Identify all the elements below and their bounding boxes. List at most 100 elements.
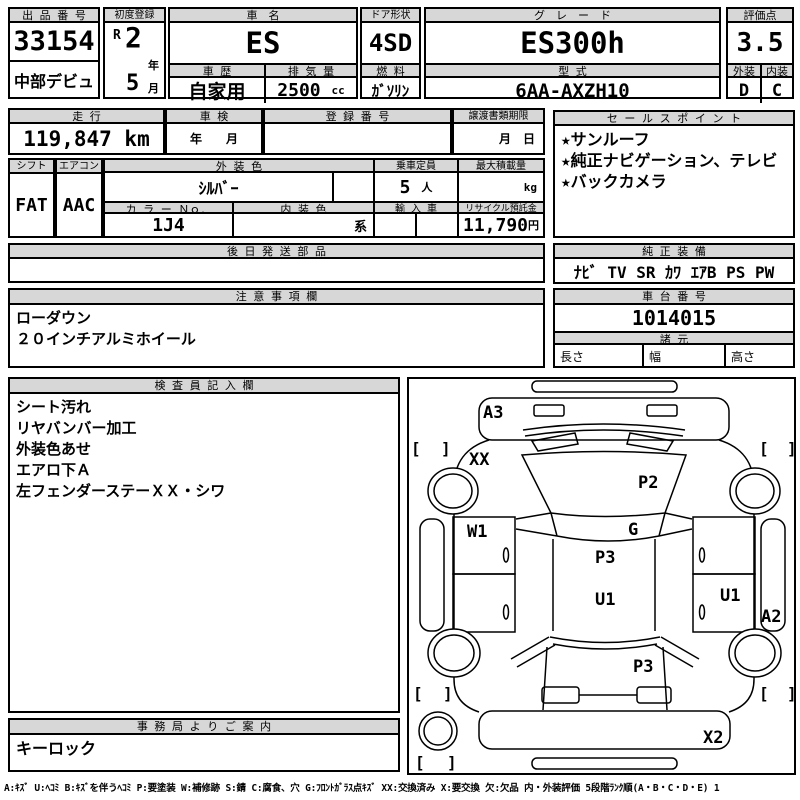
chassis-value: 1014015 <box>555 305 793 331</box>
interior-grade-value: C <box>760 78 792 103</box>
bracket-mark: [ <box>415 753 425 772</box>
notes-list: ローダウン ２０インチアルミホイール <box>10 305 543 353</box>
front-fascia <box>479 398 729 440</box>
exterior-grade-label: 外装 <box>728 63 760 78</box>
recycle-deposit-value: 11,790円 <box>457 214 543 236</box>
spec-height-label: 高さ <box>724 345 793 366</box>
door-handle <box>504 548 509 562</box>
side-skirt-left <box>420 519 444 631</box>
damage-label-xx: XX <box>469 450 490 470</box>
inspector-note-item: 左フェンダーステーＸＸ・シワ <box>16 481 392 502</box>
history-value: 自家用 <box>170 78 264 103</box>
headlight-left <box>534 405 564 416</box>
transfer-deadline-value: 月 日 <box>454 124 543 153</box>
trunk-detail-left <box>542 687 579 703</box>
damage-label-p2: P2 <box>638 473 658 493</box>
rear-bumper-strip <box>532 758 677 769</box>
mileage-value: 119,847 km <box>10 124 163 153</box>
mileage-box: 走 行 119,847 km <box>8 108 165 155</box>
model-code-value: 6AA-AXZH10 <box>426 78 719 103</box>
displacement-label: 排 気 量 <box>264 63 356 78</box>
bracket-mark: ] <box>787 439 794 458</box>
spec-length-label: 長さ <box>555 345 642 366</box>
cowl-arc-1 <box>523 424 685 430</box>
oem-equipment-value: ﾅﾋﾞ TV SR ｶﾜ ｴｱB PS PW <box>555 259 793 282</box>
sales-points-list: ★サンルーフ ★純正ナビゲーション、テレビ ★バックカメラ <box>555 126 793 195</box>
score-label: 評価点 <box>728 9 792 23</box>
door-handle <box>700 605 705 619</box>
bracket-mark: [ <box>411 439 421 458</box>
first-registration-box: 初度登録 R 2 年 5 月 <box>103 7 166 99</box>
sales-points-label: セ ー ル ス ポ イ ン ト <box>555 112 793 126</box>
spec-width-label: 幅 <box>642 345 724 366</box>
bracket-mark: [ <box>413 684 423 703</box>
registration-number-value <box>265 124 450 153</box>
interior-color-label: 内 装 色 <box>232 201 373 214</box>
inspection-label: 車 検 <box>167 110 261 124</box>
interior-color-value: 系 <box>232 214 373 236</box>
office-notice-item: キーロック <box>16 738 392 759</box>
chassis-box: 車 台 番 号 1014015 諸 元 長さ 幅 高さ <box>553 288 795 368</box>
rear-window <box>550 637 660 649</box>
bracket-mark: ] <box>447 753 457 772</box>
capacity-value: 5 人 <box>373 173 457 201</box>
inspector-note-item: リヤバンバー加工 <box>16 418 392 439</box>
shift-value: FAT <box>10 174 53 236</box>
auction-number-label: 出 品 番 号 <box>10 9 98 23</box>
exterior-grade-value: D <box>728 78 760 103</box>
first-reg-era: R <box>113 28 121 43</box>
front-bumper-strip <box>532 381 677 392</box>
rear-fascia <box>479 711 730 749</box>
max-load-label: 最大積載量 <box>457 160 543 173</box>
sales-point-item: ★純正ナビゲーション、テレビ <box>561 150 787 171</box>
registration-number-box: 登 録 番 号 <box>263 108 452 155</box>
oem-equipment-box: 純 正 装 備 ﾅﾋﾞ TV SR ｶﾜ ｴｱB PS PW <box>553 243 795 284</box>
wheel-front-left-inner <box>434 474 472 508</box>
auction-number-value: 33154 <box>10 23 98 60</box>
door-shape-box: ドア形状 4SD 燃 料 ｶﾞｿﾘﾝ <box>360 7 421 99</box>
grade-box: グ レ ー ド ES300h 型 式 6AA-AXZH10 <box>424 7 721 99</box>
notes-box: 注 意 事 項 欄 ローダウン ２０インチアルミホイール <box>8 288 545 368</box>
first-reg-month: 5 <box>126 71 139 96</box>
note-item: ローダウン <box>16 308 537 329</box>
model-code-label: 型 式 <box>426 63 719 78</box>
recycle-number: 11,790 <box>463 215 528 236</box>
aircon-label: エアコン <box>57 160 101 174</box>
capacity-unit: 人 <box>421 179 432 195</box>
damage-label-x2: X2 <box>703 728 723 748</box>
displacement-value: 2500 cc <box>264 78 356 103</box>
wheel-front-right-inner <box>736 474 774 508</box>
grade-label: グ レ ー ド <box>426 9 719 23</box>
damage-label-g: G <box>628 520 638 540</box>
recycle-deposit-label: リサイクル預託金 <box>457 201 543 214</box>
exterior-color-extra-cell <box>332 173 373 201</box>
exterior-color-label: 外 装 色 <box>105 160 373 173</box>
bracket-mark: [ <box>759 684 769 703</box>
score-value: 3.5 <box>728 23 792 63</box>
first-reg-year-unit: 年 <box>148 57 159 73</box>
inspector-note-item: 外装色あせ <box>16 439 392 460</box>
first-reg-month-unit: 月 <box>148 80 159 96</box>
damage-label-p3-roof: P3 <box>595 548 615 568</box>
wheel-rear-left-inner <box>434 635 474 671</box>
color-no-value: 1J4 <box>105 214 232 236</box>
cowl-arc-2 <box>525 430 683 436</box>
inspector-notes-box: 検 査 員 記 入 欄 シート汚れ リヤバンバー加工 外装色あせ エアロ下Ａ 左… <box>8 377 400 713</box>
fuel-value: ｶﾞｿﾘﾝ <box>362 78 419 103</box>
bracket-mark: ] <box>787 684 794 703</box>
auction-sheet: 出 品 番 号 33154 中部デビュ 初度登録 R 2 年 5 月 車 名 E… <box>0 0 800 800</box>
notes-label: 注 意 事 項 欄 <box>10 290 543 305</box>
wheel-rear-right-inner <box>735 635 775 671</box>
displacement-number: 2500 <box>277 80 320 101</box>
inspector-notes-label: 検 査 員 記 入 欄 <box>10 379 398 394</box>
bracket-mark: [ <box>759 439 769 458</box>
import-car-cell-2 <box>415 214 457 236</box>
inspection-value: 年 月 <box>167 124 261 153</box>
damage-label-a3: A3 <box>483 403 503 423</box>
car-top-view-diagram: A3 XX P2 W1 G P3 U1 U1 A2 P3 X2 [ ] [ ] … <box>409 379 794 773</box>
door-rear-left <box>453 574 515 632</box>
inspection-box: 車 検 年 月 <box>165 108 263 155</box>
damage-label-u1-right: U1 <box>720 586 740 606</box>
wiper-right <box>627 433 673 451</box>
damage-code-legend: A:ｷｽﾞ U:ﾍｺﾐ B:ｷｽﾞを伴うﾍｺﾐ P:要塗装 W:補修跡 S:錆 … <box>4 780 798 794</box>
